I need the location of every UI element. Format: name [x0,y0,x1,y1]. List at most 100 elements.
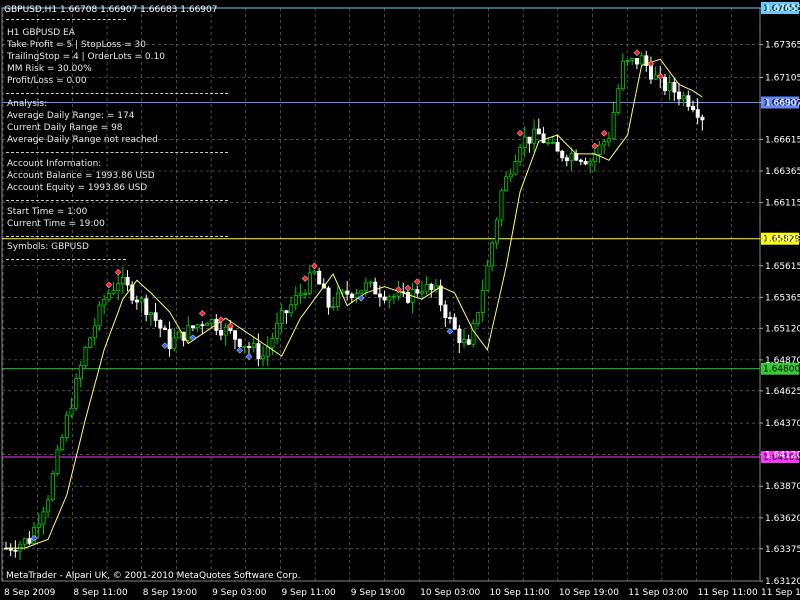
price-tick-label: 1.66615 [765,135,800,145]
candle-body [677,91,682,100]
candle-body [560,150,565,159]
candle-body [522,136,527,148]
candle-body [429,283,434,290]
candle-body [513,161,518,175]
sell-marker-icon [301,275,309,282]
candle-body [653,74,658,80]
candle-body [616,88,621,113]
profit-loss-text: Profit/Loss = 0.00 [7,76,87,86]
price-tick-label: 1.63620 [765,514,800,524]
ea-separator [6,200,228,201]
buy-marker-icon [236,346,244,354]
candle-body [335,292,340,307]
candle-body [368,281,373,284]
buy-marker-icon [189,334,197,342]
candle-body [438,285,443,306]
sell-marker-icon [311,262,318,270]
candle-body [289,304,294,314]
sell-marker-icon [198,309,206,317]
candle-body [667,82,672,92]
candle-body [92,325,97,339]
candle-body [373,281,378,295]
candle-body [78,365,83,380]
candle-body [462,339,467,343]
candle-body [583,161,588,165]
time-tick-label: 8 Sep 11:00 [73,588,128,598]
candle-body [120,276,125,285]
sell-marker-icon [656,73,664,80]
candle-body [611,112,616,140]
candle-body [167,329,172,350]
time-tick-label: 9 Sep 11:00 [281,588,336,598]
candle-body [691,106,696,111]
candle-body [602,141,607,146]
ea-separator [6,259,126,260]
candle-body [242,346,247,348]
price-chart[interactable]: 1.676551.669071.658291.648001.64101 1.67… [0,0,800,600]
candle-body [457,328,462,343]
candle-body [588,161,593,165]
candle-body [116,283,121,291]
start-time-text: Start Time = 1:00 [7,207,88,217]
candle-body [209,319,214,325]
sell-marker-icon [217,316,225,324]
candle-body [102,298,107,306]
candle-body [162,327,167,330]
ea-separator [6,236,228,237]
account-info-heading: Account Information: [7,159,102,169]
candle-body [700,116,705,121]
trailing-stop-text: TrailingStop = 4 | OrderLots = 0.10 [7,52,165,62]
candle-body [158,320,163,329]
candle-body [490,242,495,267]
candle-body [606,138,611,143]
candle-body [74,378,79,409]
candle-body [382,296,387,301]
price-tick-label: 1.64870 [765,356,800,366]
candle-body [69,407,74,416]
price-tick-label: 1.65365 [765,293,800,303]
candle-body [494,219,499,244]
candle-body [191,325,196,329]
adr-text: Average Daily Range: = 174 [7,111,135,121]
price-tick-label: 1.65120 [765,324,800,334]
candle-body [578,159,583,162]
price-tick-label: 1.64625 [765,387,800,397]
candle-body [504,176,509,192]
time-tick-label: 10 Sep 19:00 [559,588,619,598]
candle-body [639,55,644,65]
candle-body [326,287,331,308]
candle-body [200,324,205,327]
candle-body [536,128,541,135]
time-tick-label: 8 Sep 2009 [4,588,56,598]
candle-body [391,295,396,298]
adr-status-text: Average Daily Range not reached [7,135,158,145]
candle-body [106,293,111,300]
candle-body [144,298,149,316]
cdr-text: Current Daily Range = 98 [7,123,123,133]
ea-separator [6,93,228,94]
candle-body [630,58,635,61]
time-tick-label: 10 Sep 11:00 [490,588,550,598]
candle-body [541,133,546,144]
candle-body [499,190,504,221]
candle-body [448,317,453,319]
candle-body [60,437,65,451]
ea-separator [6,19,126,20]
buy-marker-icon [446,327,454,335]
candle-body [695,109,700,118]
candle-body [172,337,177,350]
price-tick-label: 1.67105 [765,73,800,83]
candle-body [46,499,51,513]
candle-body [261,355,266,360]
candle-body [111,290,116,295]
candle-body [41,511,46,525]
candle-body [233,330,238,340]
price-tick-label: 1.67365 [765,41,800,51]
horizontal-levels: 1.676551.669071.658291.648001.64101 [2,2,800,464]
price-level-label: 1.64800 [763,365,800,375]
mm-risk-text: MM Risk = 30.00% [7,64,92,74]
sell-marker-icon [404,284,412,292]
account-balance-text: Account Balance = 1993.86 USD [7,171,155,181]
time-tick-label: 8 Sep 19:00 [143,588,198,598]
candle-body [205,323,210,326]
